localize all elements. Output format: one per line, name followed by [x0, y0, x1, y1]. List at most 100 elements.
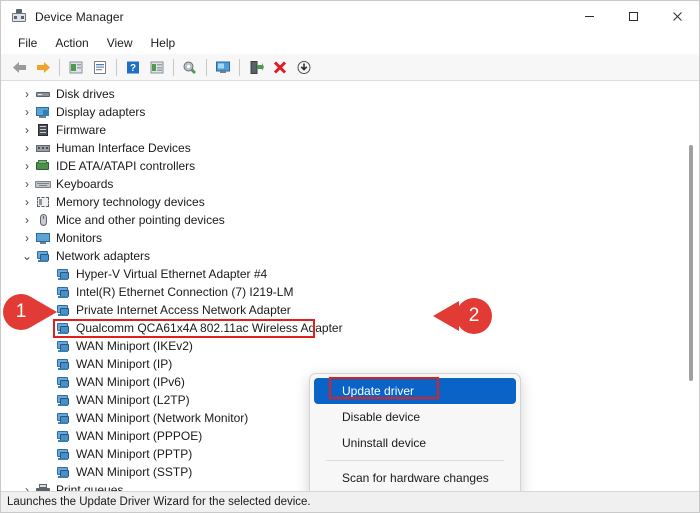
tree-item-hyper-v-virtual-ethernet-adapter[interactable]: Hyper-V Virtual Ethernet Adapter #4: [1, 265, 683, 283]
toolbar-separator: [173, 58, 174, 76]
network-adapter-icon: [55, 302, 71, 318]
chevron-right-icon[interactable]: ›: [19, 87, 35, 101]
status-bar-text: Launches the Update Driver Wizard for th…: [7, 496, 311, 508]
uninstall-device-menu-item[interactable]: Uninstall device: [314, 430, 516, 456]
tree-item-label: Disk drives: [56, 87, 115, 101]
tree-item-label: Keyboards: [56, 177, 114, 191]
vertical-scrollbar[interactable]: [683, 81, 699, 491]
chevron-right-icon[interactable]: ›: [19, 123, 35, 137]
download-icon[interactable]: [292, 56, 316, 78]
svg-text:?: ?: [130, 63, 136, 74]
tree-item-label: Intel(R) Ethernet Connection (7) I219-LM: [76, 285, 294, 299]
chevron-right-icon[interactable]: ›: [19, 213, 35, 227]
menu-view[interactable]: View: [98, 34, 142, 52]
tree-item-wan-miniport-ikev2[interactable]: WAN Miniport (IKEv2): [1, 337, 683, 355]
display-adapter-icon: [35, 104, 51, 120]
minimize-button[interactable]: [567, 1, 611, 32]
tree-item-ide-controllers[interactable]: › IDE ATA/ATAPI controllers: [1, 157, 683, 175]
scan-hardware-changes-icon[interactable]: [178, 56, 202, 78]
tree-item-keyboards[interactable]: › Keyboards: [1, 175, 683, 193]
window-controls: [567, 1, 699, 32]
mouse-icon: [35, 212, 51, 228]
tree-item-label: Hyper-V Virtual Ethernet Adapter #4: [76, 267, 268, 281]
network-adapter-icon: [55, 464, 71, 480]
update-driver-icon[interactable]: [145, 56, 169, 78]
tree-item-label: Print queues: [56, 483, 124, 491]
toolbar: ?: [1, 54, 699, 81]
toolbar-separator: [206, 58, 207, 76]
update-driver-menu-item[interactable]: Update driver: [314, 378, 516, 404]
device-manager-icon: [11, 8, 27, 25]
tree-item-label: WAN Miniport (IP): [76, 357, 173, 371]
close-button[interactable]: [655, 1, 699, 32]
chevron-right-icon[interactable]: ›: [19, 105, 35, 119]
tree-item-label: Human Interface Devices: [56, 141, 191, 155]
show-hidden-devices-icon[interactable]: [64, 56, 88, 78]
memory-icon: [35, 194, 51, 210]
tree-item-wan-miniport-ip[interactable]: WAN Miniport (IP): [1, 355, 683, 373]
chevron-right-icon[interactable]: ›: [19, 483, 35, 491]
enable-device-icon[interactable]: [244, 56, 268, 78]
display-device-icon[interactable]: [211, 56, 235, 78]
forward-icon[interactable]: [31, 56, 55, 78]
properties-icon[interactable]: [88, 56, 112, 78]
disable-device-menu-item[interactable]: Disable device: [314, 404, 516, 430]
tree-item-human-interface-devices[interactable]: › Human Interface Devices: [1, 139, 683, 157]
network-adapter-icon: [55, 428, 71, 444]
network-adapter-icon: [55, 410, 71, 426]
tree-item-firmware[interactable]: › Firmware: [1, 121, 683, 139]
tree-item-private-internet-access-adapter[interactable]: Private Internet Access Network Adapter: [1, 301, 683, 319]
tree-item-memory-technology-devices[interactable]: › Memory technology devices: [1, 193, 683, 211]
tree-item-label: Private Internet Access Network Adapter: [76, 303, 291, 317]
menu-action[interactable]: Action: [46, 34, 97, 52]
context-menu: Update driver Disable device Uninstall d…: [309, 373, 521, 491]
device-manager-window: Device Manager File Action View Help ? ›…: [0, 0, 700, 513]
menu-separator: [326, 460, 504, 461]
tree-item-label: WAN Miniport (IPv6): [76, 375, 185, 389]
toolbar-separator: [116, 58, 117, 76]
qualcomm-adapter-row[interactable]: Qualcomm QCA61x4A 802.11ac Wireless Adap…: [1, 318, 683, 338]
printer-icon: [35, 482, 51, 491]
tree-item-label: Mice and other pointing devices: [56, 213, 225, 227]
network-adapter-icon: [35, 248, 51, 264]
tree-item-network-adapters[interactable]: ⌄ Network adapters: [1, 247, 683, 265]
tree-item-mice-and-pointing-devices[interactable]: › Mice and other pointing devices: [1, 211, 683, 229]
help-icon[interactable]: ?: [121, 56, 145, 78]
network-adapter-icon: [55, 356, 71, 372]
uninstall-device-icon[interactable]: [268, 56, 292, 78]
maximize-button[interactable]: [611, 1, 655, 32]
tree-item-label: WAN Miniport (IKEv2): [76, 339, 193, 353]
tree-item-label: Qualcomm QCA61x4A 802.11ac Wireless Adap…: [76, 321, 343, 335]
scan-for-hardware-changes-menu-item[interactable]: Scan for hardware changes: [314, 465, 516, 491]
tree-item-intel-ethernet-connection[interactable]: Intel(R) Ethernet Connection (7) I219-LM: [1, 283, 683, 301]
chevron-right-icon[interactable]: ›: [19, 159, 35, 173]
tree-item-label: WAN Miniport (SSTP): [76, 465, 193, 479]
tree-item-label: Memory technology devices: [56, 195, 205, 209]
tree-item-label: WAN Miniport (PPPOE): [76, 429, 203, 443]
network-adapter-icon: [55, 320, 71, 336]
tree-item-label: WAN Miniport (L2TP): [76, 393, 190, 407]
tree-item-display-adapters[interactable]: › Display adapters: [1, 103, 683, 121]
menu-help[interactable]: Help: [142, 34, 185, 52]
ide-controller-icon: [35, 158, 51, 174]
network-adapter-icon: [55, 338, 71, 354]
menu-bar: File Action View Help: [1, 32, 699, 54]
toolbar-separator: [239, 58, 240, 76]
menu-item-label: Uninstall device: [342, 436, 427, 450]
tree-item-monitors[interactable]: › Monitors: [1, 229, 683, 247]
disk-drive-icon: [35, 86, 51, 102]
chevron-right-icon[interactable]: ›: [19, 141, 35, 155]
menu-item-label: Update driver: [342, 384, 415, 398]
menu-file[interactable]: File: [9, 34, 46, 52]
back-icon[interactable]: [7, 56, 31, 78]
tree-item-disk-drives[interactable]: › Disk drives: [1, 85, 683, 103]
chevron-right-icon[interactable]: ›: [19, 231, 35, 245]
firmware-icon: [35, 122, 51, 138]
scrollbar-thumb[interactable]: [689, 145, 693, 381]
hid-icon: [35, 140, 51, 156]
chevron-down-icon[interactable]: ⌄: [19, 249, 35, 263]
menu-item-label: Scan for hardware changes: [342, 471, 489, 485]
chevron-right-icon[interactable]: ›: [19, 195, 35, 209]
window-title: Device Manager: [35, 9, 124, 24]
chevron-right-icon[interactable]: ›: [19, 177, 35, 191]
